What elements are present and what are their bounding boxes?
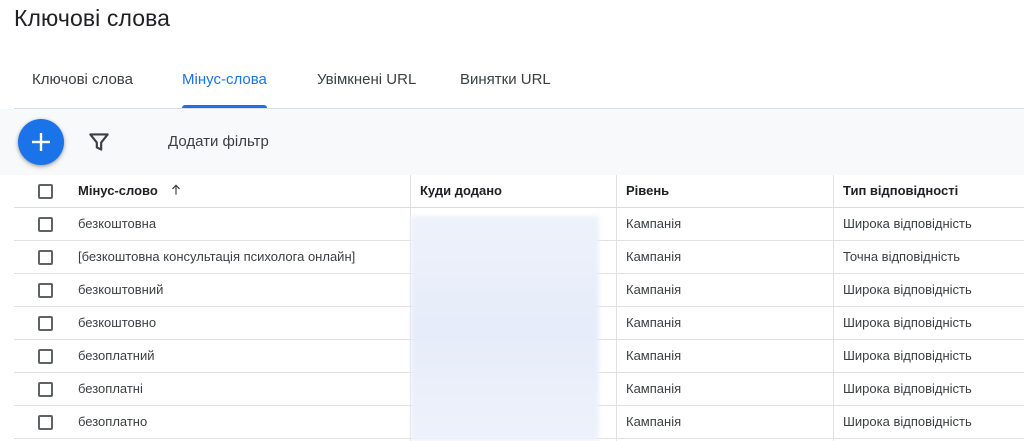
row-checkbox[interactable] bbox=[38, 217, 53, 232]
column-header-match-type[interactable]: Тип відповідності bbox=[843, 175, 958, 207]
keyword-cell[interactable]: безкоштовно bbox=[78, 307, 156, 339]
keyword-cell[interactable]: безоплатний bbox=[78, 340, 155, 372]
redacted-area bbox=[411, 216, 599, 441]
keyword-cell[interactable]: безоплатні bbox=[78, 373, 143, 405]
add-filter-button[interactable]: Додати фільтр bbox=[168, 131, 269, 153]
toolbar: Додати фільтр bbox=[0, 109, 1024, 175]
tab-bar: Ключові слова Мінус-слова Увімкнені URL … bbox=[14, 52, 1024, 109]
column-header-level[interactable]: Рівень bbox=[626, 175, 669, 207]
match-type-cell[interactable]: Широка відповідність bbox=[843, 406, 972, 438]
level-cell: Кампанія bbox=[626, 381, 682, 396]
match-type-cell[interactable]: Широка відповідність bbox=[843, 340, 972, 372]
tab-enabled-urls[interactable]: Увімкнені URL bbox=[317, 52, 416, 108]
row-checkbox[interactable] bbox=[38, 283, 53, 298]
row-checkbox[interactable] bbox=[38, 415, 53, 430]
row-checkbox[interactable] bbox=[38, 250, 53, 265]
match-type-cell[interactable]: Широка відповідність bbox=[843, 307, 972, 339]
table-header-row: Мінус-слово Куди додано Рівень Тип відпо… bbox=[14, 175, 1024, 208]
row-checkbox[interactable] bbox=[38, 349, 53, 364]
level-cell: Кампанія bbox=[626, 249, 682, 264]
keyword-cell[interactable]: безкоштовний bbox=[78, 274, 163, 306]
tab-negative-keywords[interactable]: Мінус-слова bbox=[182, 52, 267, 108]
level-cell: Кампанія bbox=[626, 315, 682, 330]
select-all-checkbox[interactable] bbox=[38, 184, 53, 199]
level-cell: Кампанія bbox=[626, 216, 682, 231]
page: Ключові слова Ключові слова Мінус-слова … bbox=[0, 0, 1024, 441]
keyword-cell[interactable]: безоплатно bbox=[78, 406, 147, 438]
column-header-keyword[interactable]: Мінус-слово bbox=[78, 175, 183, 207]
tab-url-exclusions[interactable]: Винятки URL bbox=[460, 52, 551, 108]
match-type-cell[interactable]: Широка відповідність bbox=[843, 274, 972, 306]
match-type-cell[interactable]: Точна відповідність bbox=[843, 241, 960, 273]
level-cell: Кампанія bbox=[626, 348, 682, 363]
keyword-cell[interactable]: [безкоштовна консультація психолога онла… bbox=[78, 241, 355, 273]
page-title: Ключові слова bbox=[14, 5, 171, 31]
row-checkbox[interactable] bbox=[38, 316, 53, 331]
column-header-keyword-label: Мінус-слово bbox=[78, 183, 158, 198]
tab-keywords[interactable]: Ключові слова bbox=[32, 52, 133, 108]
filter-button[interactable] bbox=[86, 129, 112, 155]
match-type-cell[interactable]: Широка відповідність bbox=[843, 373, 972, 405]
keyword-cell[interactable]: безкоштовна bbox=[78, 208, 156, 240]
add-button[interactable] bbox=[18, 119, 64, 165]
row-checkbox[interactable] bbox=[38, 382, 53, 397]
filter-funnel-icon bbox=[89, 133, 109, 151]
level-cell: Кампанія bbox=[626, 414, 682, 429]
level-cell: Кампанія bbox=[626, 282, 682, 297]
plus-icon bbox=[32, 133, 50, 151]
column-header-added-to[interactable]: Куди додано bbox=[420, 175, 502, 207]
match-type-cell[interactable]: Широка відповідність bbox=[843, 208, 972, 240]
arrow-up-icon bbox=[172, 184, 181, 195]
